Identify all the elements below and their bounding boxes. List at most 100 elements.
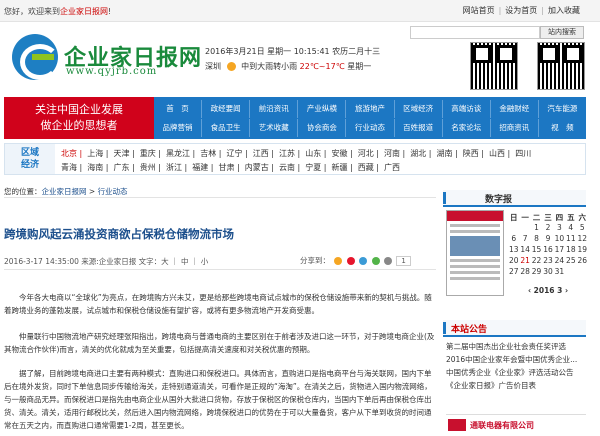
ad-banner[interactable]: 通联电器有限公司	[446, 414, 586, 436]
calendar-day[interactable]: 7	[519, 234, 530, 245]
calendar-day[interactable]: 27	[508, 267, 519, 278]
calendar-day[interactable]: 18	[565, 245, 576, 256]
nav-item[interactable]: 品牌营销	[154, 119, 203, 137]
calendar-day[interactable]: 25	[565, 256, 576, 267]
nav-item[interactable]: 视 频	[539, 119, 586, 137]
newspaper-thumbnail[interactable]	[446, 210, 504, 296]
favorite-link[interactable]: 加入收藏	[548, 6, 580, 15]
region-link[interactable]: 四川	[515, 149, 531, 158]
calendar-day[interactable]: 19	[577, 245, 588, 256]
calendar-day[interactable]: 9	[542, 234, 553, 245]
calendar-day[interactable]: 14	[519, 245, 530, 256]
calendar-day[interactable]: 5	[577, 223, 588, 234]
notice-item[interactable]: 2016中国企业家年会暨中国优秀企业...	[446, 353, 588, 366]
calendar-day[interactable]: 29	[531, 267, 542, 278]
calendar-day[interactable]: 3	[554, 223, 565, 234]
calendar-day[interactable]: 24	[554, 256, 565, 267]
home-link[interactable]: 网站首页	[463, 6, 495, 15]
nav-item[interactable]: 招商资讯	[491, 119, 539, 137]
nav-item[interactable]: 高端访谈	[443, 100, 491, 118]
share-weibo-icon[interactable]	[346, 257, 355, 265]
nav-item[interactable]: 名家论坛	[443, 119, 491, 137]
breadcrumb-home[interactable]: 企业家日报网	[42, 187, 87, 196]
region-link[interactable]: 湖北 |	[410, 149, 431, 158]
nav-item[interactable]: 食品卫生	[202, 119, 251, 137]
notice-item[interactable]: 第二届中国杰出企业社会责任奖评选	[446, 340, 588, 353]
nav-item[interactable]: 汽车能源	[539, 100, 586, 118]
region-link[interactable]: 安徽 |	[332, 149, 353, 158]
calendar-day[interactable]: 1	[531, 223, 542, 234]
calendar-day[interactable]: 17	[554, 245, 565, 256]
region-link[interactable]: 天津 |	[114, 149, 135, 158]
region-link[interactable]: 辽宁 |	[227, 149, 248, 158]
calendar-control[interactable]: ‹ 2016 3 ›	[508, 286, 588, 295]
breadcrumb-section[interactable]: 行业动态	[98, 187, 128, 196]
calendar-day[interactable]: 28	[519, 267, 530, 278]
region-link[interactable]: 内蒙古 |	[245, 163, 274, 172]
nav-item[interactable]: 旅游地产	[346, 100, 395, 118]
region-link[interactable]: 北京 |	[61, 149, 82, 158]
nav-item[interactable]: 首 页	[154, 100, 203, 118]
region-link[interactable]: 湖南 |	[437, 149, 458, 158]
region-link[interactable]: 重庆 |	[140, 149, 161, 158]
region-link[interactable]: 吉林 |	[200, 149, 221, 158]
region-link[interactable]: 河南 |	[384, 149, 405, 158]
set-home-link[interactable]: 设为首页	[505, 6, 537, 15]
calendar-day[interactable]: 10	[554, 234, 565, 245]
calendar-day[interactable]: 4	[565, 223, 576, 234]
notice-item[interactable]: 《企业家日报》广告价目表	[446, 379, 588, 392]
region-link[interactable]: 甘肃 |	[219, 163, 240, 172]
nav-item[interactable]: 产业纵横	[298, 100, 347, 118]
welcome-site[interactable]: 企业家日报网	[60, 7, 108, 16]
nav-item[interactable]: 政经要闻	[202, 100, 251, 118]
region-link[interactable]: 江苏 |	[279, 149, 300, 158]
calendar-day[interactable]: 2	[542, 223, 553, 234]
region-link[interactable]: 陕西 |	[463, 149, 484, 158]
calendar-day[interactable]: 6	[508, 234, 519, 245]
region-link[interactable]: 山西 |	[489, 149, 510, 158]
calendar-day[interactable]: 20	[508, 256, 519, 267]
region-link[interactable]: 宁夏 |	[305, 163, 326, 172]
calendar-day[interactable]: 13	[508, 245, 519, 256]
region-link[interactable]: 广东 |	[114, 163, 135, 172]
nav-item[interactable]: 百姓报道	[395, 119, 443, 137]
calendar-day[interactable]: 15	[531, 245, 542, 256]
region-link[interactable]: 西藏 |	[358, 163, 379, 172]
region-link[interactable]: 黑龙江 |	[166, 149, 195, 158]
calendar-day[interactable]: 21	[519, 256, 530, 267]
nav-item[interactable]: 行业动态	[346, 119, 395, 137]
search-button[interactable]: 站内搜索	[540, 26, 584, 39]
region-link[interactable]: 海南 |	[87, 163, 108, 172]
region-link[interactable]: 青海 |	[61, 163, 82, 172]
region-link[interactable]: 福建 |	[192, 163, 213, 172]
region-link[interactable]: 浙江 |	[166, 163, 187, 172]
share-tencent-icon[interactable]	[359, 257, 368, 265]
calendar-day[interactable]: 22	[531, 256, 542, 267]
nav-item[interactable]: 金融财经	[491, 100, 539, 118]
notice-item[interactable]: 中国优秀企业《企业家》评选活动公告	[446, 366, 588, 379]
share-qzone-icon[interactable]	[334, 257, 343, 265]
region-link[interactable]: 广西	[384, 163, 400, 172]
region-link[interactable]: 云南 |	[279, 163, 300, 172]
calendar-day[interactable]: 8	[531, 234, 542, 245]
nav-item[interactable]: 艺术收藏	[250, 119, 299, 137]
nav-item[interactable]: 协会商会	[298, 119, 347, 137]
nav-item[interactable]: 区域经济	[395, 100, 443, 118]
calendar-day[interactable]: 11	[565, 234, 576, 245]
search-input[interactable]	[410, 26, 540, 39]
region-link[interactable]: 山东 |	[305, 149, 326, 158]
calendar-day[interactable]: 23	[542, 256, 553, 267]
region-link[interactable]: 江西 |	[253, 149, 274, 158]
calendar-day[interactable]: 12	[577, 234, 588, 245]
logo-icon[interactable]	[12, 34, 60, 80]
nav-item[interactable]: 前沿资讯	[250, 100, 299, 118]
calendar-day[interactable]: 31	[554, 267, 565, 278]
share-more-icon[interactable]	[383, 257, 392, 265]
calendar-day[interactable]: 16	[542, 245, 553, 256]
region-link[interactable]: 上海 |	[87, 149, 108, 158]
region-link[interactable]: 新疆 |	[332, 163, 353, 172]
region-link[interactable]: 贵州 |	[140, 163, 161, 172]
share-wechat-icon[interactable]	[371, 257, 380, 265]
region-link[interactable]: 河北 |	[358, 149, 379, 158]
calendar-day[interactable]: 30	[542, 267, 553, 278]
